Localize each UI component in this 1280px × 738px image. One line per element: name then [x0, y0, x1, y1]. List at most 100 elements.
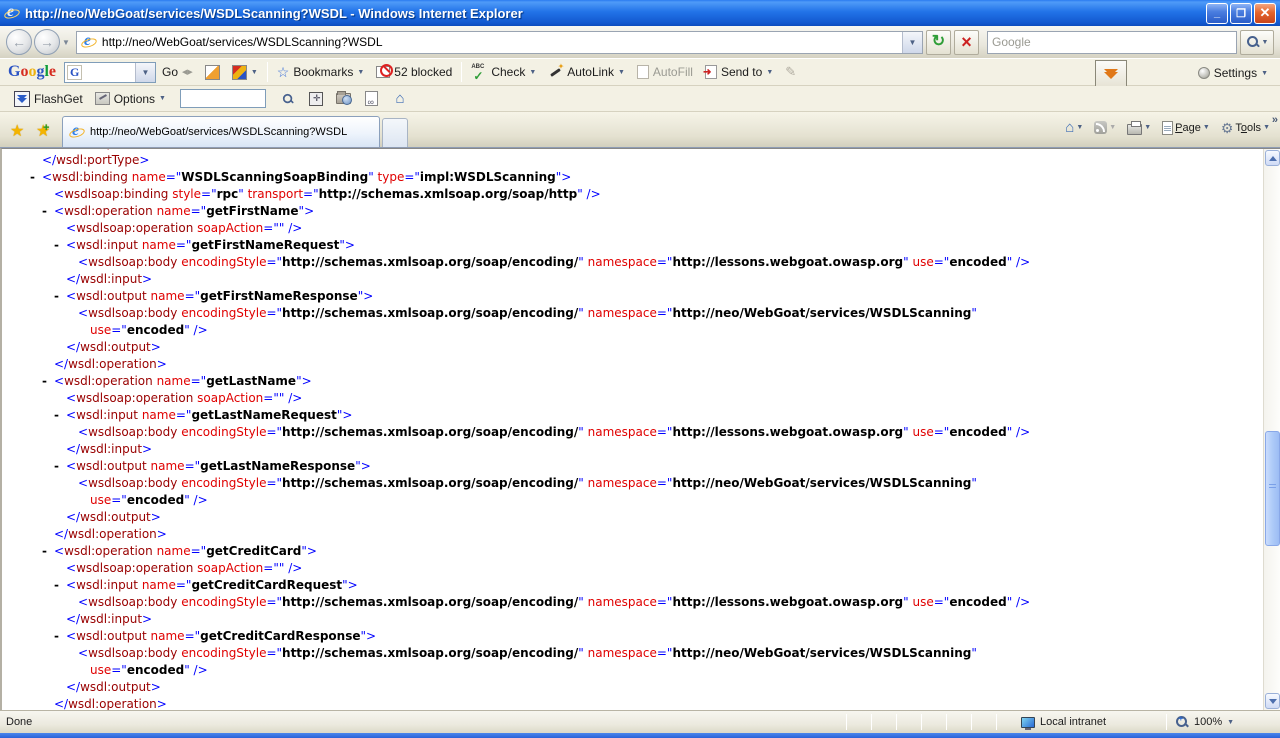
collapse-marker[interactable]: - [54, 577, 59, 594]
restore-button[interactable]: ❐ [1230, 3, 1252, 24]
toolbar-overflow-chevron[interactable]: » [1272, 114, 1278, 126]
flashget-search-input[interactable] [180, 89, 266, 108]
sendto-button[interactable]: Send to▼ [699, 60, 779, 84]
options-icon [95, 92, 110, 105]
bookmarks-star-icon: ☆ [277, 64, 290, 81]
autofill-button[interactable]: AutoFill [631, 60, 699, 84]
collapse-marker[interactable]: - [54, 628, 59, 645]
xml-line: </wsdl:input> [2, 611, 1263, 628]
xml-line: <wsdlsoap:body encodingStyle="http://sch… [2, 424, 1263, 441]
back-button[interactable]: ← [6, 29, 32, 55]
close-button[interactable]: ✕ [1254, 3, 1276, 24]
browser-window: e http://neo/WebGoat/services/WSDLScanni… [0, 0, 1280, 738]
google-news-button[interactable]: ▼ [226, 60, 264, 84]
settings-sphere-icon [1198, 67, 1210, 79]
collapse-marker[interactable]: - [54, 458, 59, 475]
zone-label: Local intranet [1040, 716, 1106, 728]
news-chevron[interactable]: ▼ [251, 69, 258, 76]
flashget-drop-zone[interactable] [1095, 60, 1127, 88]
address-bar[interactable]: e http://neo/WebGoat/services/WSDLScanni… [76, 31, 923, 54]
photos-icon [205, 65, 220, 80]
go-grip-icon: ◀▶ [182, 68, 193, 76]
taskbar-edge [0, 733, 1280, 738]
xml-line: -<wsdl:input name="getCreditCardRequest"… [2, 577, 1263, 594]
spellcheck-button[interactable]: ABC✓ Check▼ [465, 60, 542, 84]
status-bar: Done Local intranet + 100% ▼ [0, 710, 1280, 733]
xml-line: -<wsdl:operation name="getLastName"> [2, 373, 1263, 390]
xml-line: </wsdl:input> [2, 441, 1263, 458]
page-menu-button[interactable]: Page ▼ [1158, 119, 1214, 137]
flashget-toolbar: FlashGet Options ▼ ⌂ [0, 86, 1280, 112]
options-chevron[interactable]: ▼ [159, 95, 166, 102]
forward-button[interactable]: → [34, 29, 60, 55]
xml-line: </wsdl:operation> [2, 526, 1263, 543]
stop-button[interactable]: × [954, 30, 979, 55]
collapse-marker[interactable]: - [42, 373, 47, 390]
search-box[interactable]: Google [987, 31, 1237, 54]
collapse-marker[interactable]: - [54, 407, 59, 424]
settings-button[interactable]: Settings▼ [1192, 61, 1274, 85]
gear-icon: ⚙ [1221, 121, 1234, 135]
printer-icon [1127, 124, 1142, 135]
refresh-button[interactable]: ↻ [926, 30, 951, 55]
address-dropdown-button[interactable]: ▼ [902, 32, 922, 53]
google-go-button[interactable]: Go ◀▶ [156, 60, 199, 84]
collapse-marker[interactable]: - [42, 203, 47, 220]
xml-line: <wsdlsoap:operation soapAction="" /> [2, 560, 1263, 577]
resize-grip[interactable] [1263, 714, 1279, 730]
google-search-combo[interactable]: G ▼ [64, 62, 156, 83]
autofill-icon [637, 65, 649, 79]
google-photos-button[interactable] [199, 60, 226, 84]
popup-blocker-button[interactable]: 52 blocked [370, 60, 458, 84]
zoom-chevron[interactable]: ▼ [1227, 719, 1234, 726]
arrow-up-icon [1269, 156, 1277, 161]
home-button[interactable]: ⌂▼ [1061, 118, 1087, 137]
print-button[interactable]: ▼ [1123, 119, 1155, 137]
flashget-capture-button[interactable] [305, 89, 327, 109]
collapse-marker[interactable]: - [54, 237, 59, 254]
zoom-control[interactable]: + 100% ▼ [1175, 715, 1263, 729]
tab-active[interactable]: e http://neo/WebGoat/services/WSDLScanni… [62, 116, 380, 147]
home-icon: ⌂ [1065, 120, 1074, 135]
zoom-level: 100% [1194, 716, 1222, 728]
google-search-dropdown[interactable]: ▼ [135, 63, 155, 82]
feeds-button[interactable]: ▼ [1090, 119, 1120, 136]
xml-line: </wsdl:output> [2, 509, 1263, 526]
minimize-button[interactable]: _ [1206, 3, 1228, 24]
search-options-chevron[interactable]: ▼ [1262, 39, 1269, 46]
vertical-scrollbar[interactable] [1263, 149, 1280, 710]
address-url[interactable]: http://neo/WebGoat/services/WSDLScanning… [102, 35, 902, 49]
flashget-options-button[interactable]: Options ▼ [89, 87, 172, 111]
flashget-icon [14, 91, 30, 107]
stop-icon: × [961, 33, 972, 51]
tab-favicon: e [69, 124, 85, 140]
page-link-icon [365, 91, 378, 106]
flashget-links-button[interactable] [361, 89, 383, 109]
new-tab-button[interactable] [382, 118, 408, 147]
flashget-search-button[interactable] [277, 89, 299, 109]
window-title: http://neo/WebGoat/services/WSDLScanning… [25, 6, 1204, 21]
search-placeholder: Google [992, 35, 1031, 49]
flashget-home-button[interactable]: ⌂ [389, 89, 411, 109]
recent-pages-chevron[interactable]: ▼ [62, 38, 70, 47]
collapse-marker[interactable]: - [30, 169, 35, 186]
scroll-down-button[interactable] [1265, 693, 1280, 709]
highlighter-button[interactable]: ✎ [779, 60, 802, 84]
xml-line: use="encoded" /> [2, 322, 1263, 339]
scrollbar-thumb[interactable] [1265, 431, 1280, 546]
bookmarks-button[interactable]: ☆ Bookmarks▼ [271, 60, 371, 84]
flashget-button[interactable]: FlashGet [8, 87, 89, 111]
search-button[interactable]: ▼ [1240, 30, 1274, 55]
xml-line: <wsdlsoap:operation soapAction="" /> [2, 220, 1263, 237]
autolink-button[interactable]: AutoLink▼ [542, 60, 631, 84]
add-favorite-button[interactable]: ★+ [36, 121, 50, 141]
search-globe-icon [282, 93, 294, 105]
flashget-sitemanager-button[interactable] [333, 89, 355, 109]
arrow-down-icon [1269, 699, 1277, 704]
tools-menu-button[interactable]: ⚙ Tools ▼ [1217, 119, 1274, 137]
favorites-button[interactable]: ★ [10, 121, 24, 141]
collapse-marker[interactable]: - [54, 288, 59, 305]
xml-line: <wsdlsoap:body encodingStyle="http://sch… [2, 254, 1263, 271]
scroll-up-button[interactable] [1265, 150, 1280, 166]
collapse-marker[interactable]: - [42, 543, 47, 560]
